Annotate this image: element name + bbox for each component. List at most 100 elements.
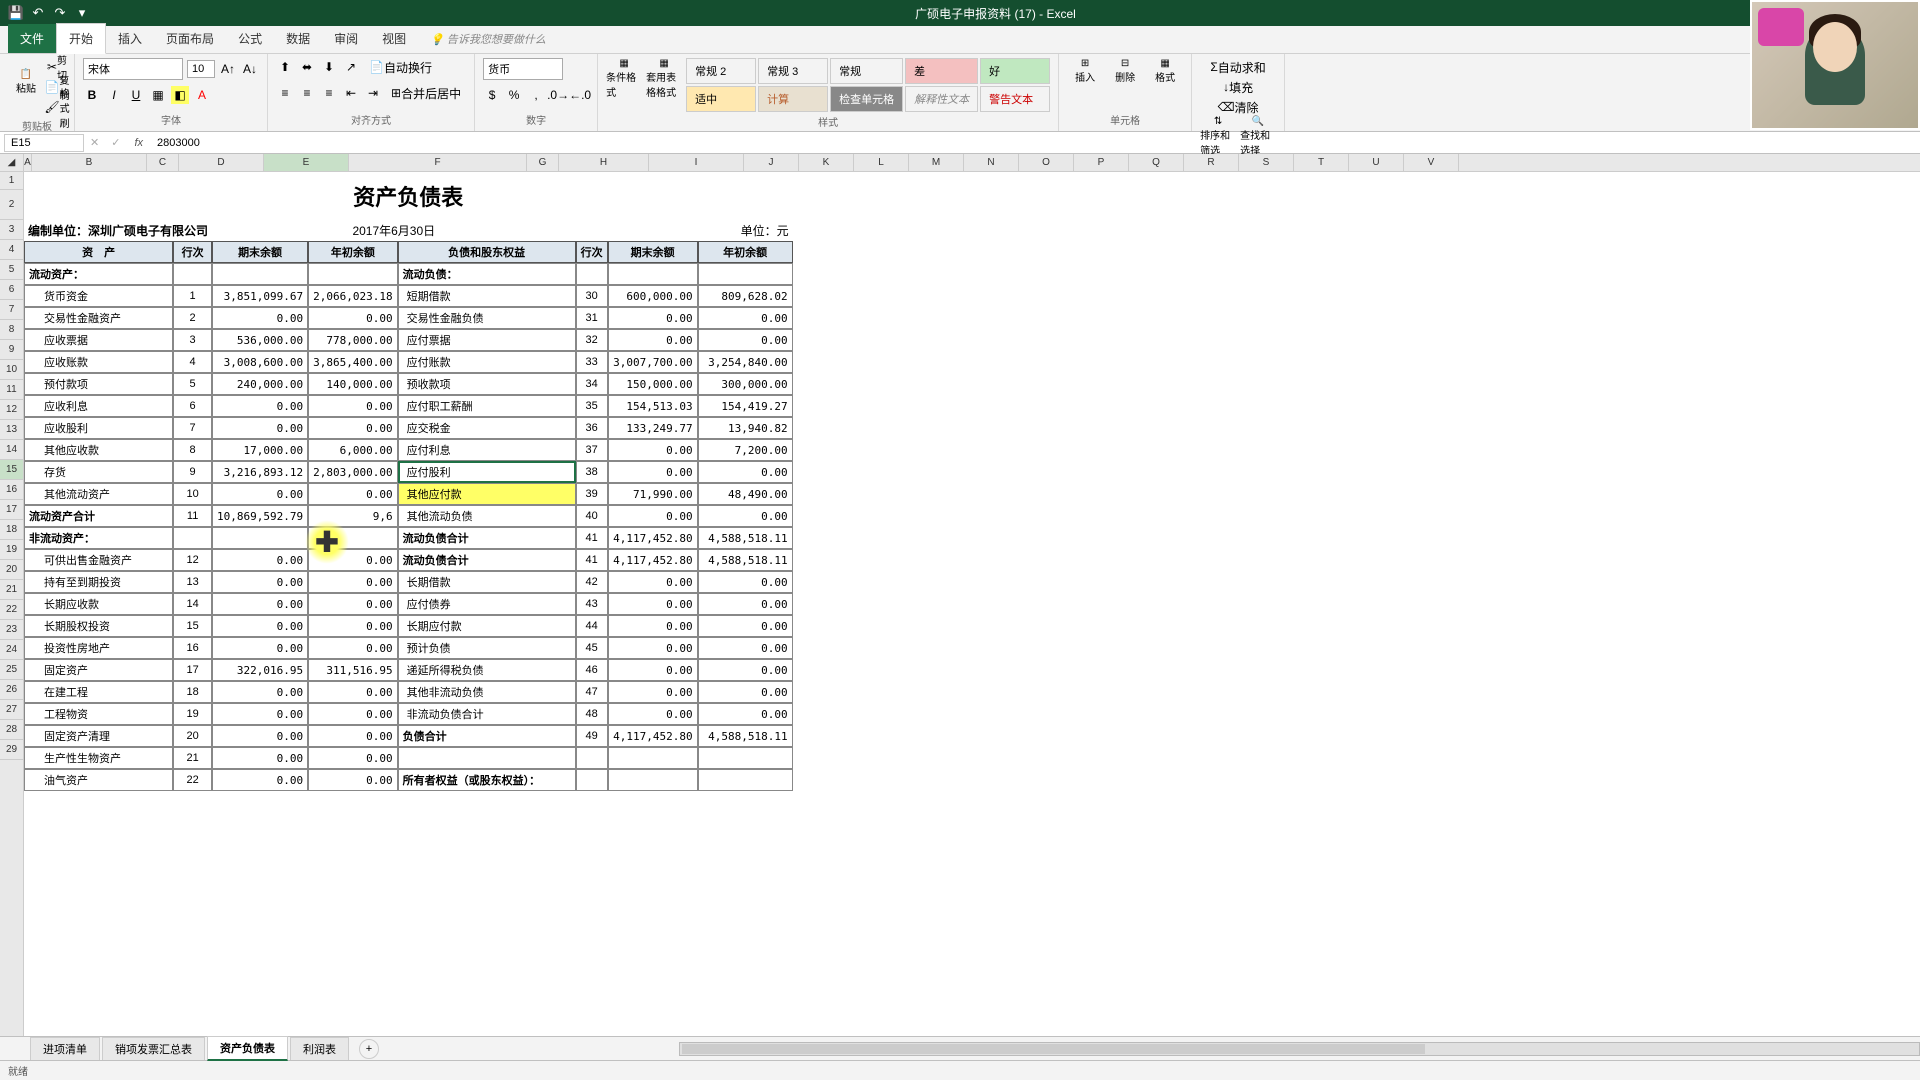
col-header-P[interactable]: P <box>1074 154 1129 171</box>
name-box[interactable]: E15 <box>4 134 84 152</box>
table-format-button[interactable]: ▦套用表格格式 <box>646 58 682 94</box>
clear-button[interactable]: ⌫ 清除 <box>1200 98 1276 116</box>
cond-format-button[interactable]: ▦条件格式 <box>606 58 642 94</box>
tab-view[interactable]: 视图 <box>370 24 418 53</box>
align-left-icon[interactable]: ≡ <box>276 84 294 102</box>
fx-icon[interactable]: fx <box>126 137 151 149</box>
style-neutral[interactable]: 适中 <box>686 86 756 112</box>
horizontal-scrollbar[interactable] <box>679 1042 1920 1056</box>
row-header-6[interactable]: 6 <box>0 280 23 300</box>
row-header-4[interactable]: 4 <box>0 240 23 260</box>
add-sheet-button[interactable]: + <box>359 1039 379 1059</box>
border-button[interactable]: ▦ <box>149 86 167 104</box>
col-header-O[interactable]: O <box>1019 154 1074 171</box>
autosum-button[interactable]: Σ 自动求和 <box>1200 58 1276 76</box>
col-header-N[interactable]: N <box>964 154 1019 171</box>
save-icon[interactable]: 💾 <box>8 5 24 21</box>
style-calc[interactable]: 计算 <box>758 86 828 112</box>
dec-decimal-icon[interactable]: ←.0 <box>571 86 589 104</box>
tab-file[interactable]: 文件 <box>8 24 56 53</box>
underline-button[interactable]: U <box>127 86 145 104</box>
font-name-select[interactable]: 宋体 <box>83 58 183 80</box>
format-cells-button[interactable]: ▦格式 <box>1147 58 1183 94</box>
style-check[interactable]: 检查单元格 <box>830 86 903 112</box>
indent-inc-icon[interactable]: ⇥ <box>364 84 382 102</box>
inc-decimal-icon[interactable]: .0→ <box>549 86 567 104</box>
col-header-D[interactable]: D <box>179 154 264 171</box>
row-header-29[interactable]: 29 <box>0 740 23 760</box>
indent-dec-icon[interactable]: ⇤ <box>342 84 360 102</box>
align-center-icon[interactable]: ≡ <box>298 84 316 102</box>
italic-button[interactable]: I <box>105 86 123 104</box>
row-header-9[interactable]: 9 <box>0 340 23 360</box>
col-header-V[interactable]: V <box>1404 154 1459 171</box>
row-header-25[interactable]: 25 <box>0 660 23 680</box>
align-bottom-icon[interactable]: ⬇ <box>320 58 338 76</box>
align-middle-icon[interactable]: ⬌ <box>298 58 316 76</box>
row-header-17[interactable]: 17 <box>0 500 23 520</box>
row-header-10[interactable]: 10 <box>0 360 23 380</box>
tab-data[interactable]: 数据 <box>274 24 322 53</box>
row-header-23[interactable]: 23 <box>0 620 23 640</box>
row-header-2[interactable]: 2 <box>0 190 23 220</box>
comma-icon[interactable]: , <box>527 86 545 104</box>
row-header-12[interactable]: 12 <box>0 400 23 420</box>
delete-cells-button[interactable]: ⊟删除 <box>1107 58 1143 94</box>
undo-icon[interactable]: ↶ <box>30 5 46 21</box>
tellme-input[interactable]: 💡 告诉我您想要做什么 <box>418 25 558 53</box>
row-header-11[interactable]: 11 <box>0 380 23 400</box>
sheet-tab-3[interactable]: 资产负债表 <box>207 1036 288 1061</box>
fill-button[interactable]: ↓ 填充 <box>1200 78 1276 96</box>
col-header-B[interactable]: B <box>32 154 147 171</box>
col-header-J[interactable]: J <box>744 154 799 171</box>
col-header-I[interactable]: I <box>649 154 744 171</box>
sheet-tab-4[interactable]: 利润表 <box>290 1037 349 1060</box>
align-right-icon[interactable]: ≡ <box>320 84 338 102</box>
row-header-22[interactable]: 22 <box>0 600 23 620</box>
insert-cells-button[interactable]: ⊞插入 <box>1067 58 1103 94</box>
style-bad[interactable]: 差 <box>905 58 978 84</box>
col-header-H[interactable]: H <box>559 154 649 171</box>
row-header-20[interactable]: 20 <box>0 560 23 580</box>
tab-insert[interactable]: 插入 <box>106 24 154 53</box>
tab-formulas[interactable]: 公式 <box>226 24 274 53</box>
grow-font-icon[interactable]: A↑ <box>219 60 237 78</box>
col-header-Q[interactable]: Q <box>1129 154 1184 171</box>
percent-icon[interactable]: % <box>505 86 523 104</box>
col-header-U[interactable]: U <box>1349 154 1404 171</box>
col-header-C[interactable]: C <box>147 154 179 171</box>
row-header-14[interactable]: 14 <box>0 440 23 460</box>
merge-button[interactable]: ⊞ 合并后居中 <box>386 84 466 102</box>
row-header-16[interactable]: 16 <box>0 480 23 500</box>
font-color-button[interactable]: A <box>193 86 211 104</box>
row-header-3[interactable]: 3 <box>0 220 23 240</box>
col-header-E[interactable]: E <box>264 154 349 171</box>
wrap-button[interactable]: 📄 自动换行 <box>364 58 437 76</box>
style-normal3[interactable]: 常规 3 <box>758 58 828 84</box>
currency-icon[interactable]: $ <box>483 86 501 104</box>
col-header-M[interactable]: M <box>909 154 964 171</box>
sheet-tab-1[interactable]: 进项清单 <box>30 1037 100 1060</box>
align-top-icon[interactable]: ⬆ <box>276 58 294 76</box>
col-header-R[interactable]: R <box>1184 154 1239 171</box>
row-header-26[interactable]: 26 <box>0 680 23 700</box>
number-format-select[interactable]: 货币 <box>483 58 563 80</box>
row-header-19[interactable]: 19 <box>0 540 23 560</box>
style-good[interactable]: 好 <box>980 58 1050 84</box>
row-header-24[interactable]: 24 <box>0 640 23 660</box>
row-header-18[interactable]: 18 <box>0 520 23 540</box>
col-header-L[interactable]: L <box>854 154 909 171</box>
tab-layout[interactable]: 页面布局 <box>154 24 226 53</box>
row-header-7[interactable]: 7 <box>0 300 23 320</box>
style-normal2[interactable]: 常规 2 <box>686 58 756 84</box>
formula-input[interactable]: 2803000 <box>151 135 1920 151</box>
orientation-icon[interactable]: ↗ <box>342 58 360 76</box>
row-header-21[interactable]: 21 <box>0 580 23 600</box>
style-normal[interactable]: 常规 <box>830 58 903 84</box>
row-header-5[interactable]: 5 <box>0 260 23 280</box>
col-header-F[interactable]: F <box>349 154 527 171</box>
col-header-S[interactable]: S <box>1239 154 1294 171</box>
format-painter-button[interactable]: 🖌 格式刷 <box>48 98 66 116</box>
row-header-27[interactable]: 27 <box>0 700 23 720</box>
cancel-icon[interactable]: ✕ <box>84 136 105 149</box>
